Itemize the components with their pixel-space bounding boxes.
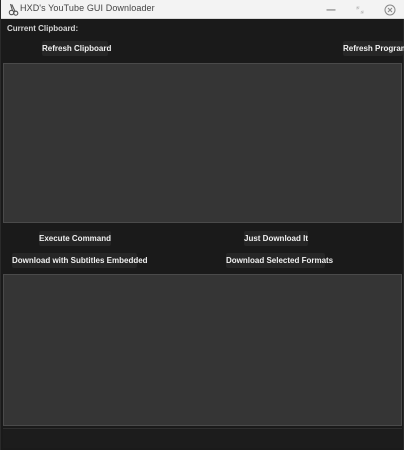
app-window: HXD's YouTube GUI Downloader Current Cli…	[0, 0, 404, 450]
scissors-icon	[8, 3, 20, 16]
refresh-program-button[interactable]: Refresh Program	[343, 41, 404, 56]
clipboard-text-area[interactable]	[3, 63, 402, 223]
minimize-button[interactable]	[316, 0, 346, 19]
close-icon	[384, 4, 396, 15]
download-subtitles-button[interactable]: Download with Subtitles Embedded	[12, 253, 148, 268]
just-download-button[interactable]: Just Download It	[244, 231, 308, 246]
clipboard-label: Current Clipboard:	[7, 24, 79, 33]
output-text-area[interactable]	[3, 274, 402, 426]
download-selected-formats-button[interactable]: Download Selected Formats	[226, 253, 333, 268]
minimize-icon	[326, 9, 336, 10]
close-button[interactable]	[375, 0, 404, 19]
maximize-icon	[356, 6, 364, 13]
maximize-button[interactable]	[345, 0, 375, 19]
refresh-clipboard-button[interactable]: Refresh Clipboard	[42, 41, 111, 56]
execute-command-button[interactable]: Execute Command	[39, 231, 111, 246]
window-title: HXD's YouTube GUI Downloader	[20, 3, 155, 13]
status-bar	[3, 428, 402, 448]
title-bar[interactable]: HXD's YouTube GUI Downloader	[1, 0, 404, 19]
